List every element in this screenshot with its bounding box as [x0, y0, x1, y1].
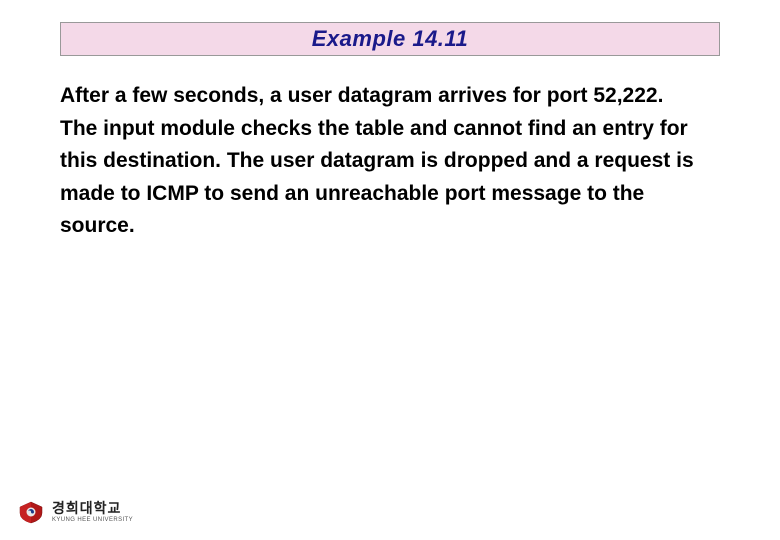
body-paragraph: After a few seconds, a user datagram arr…: [60, 80, 700, 243]
logo-english: KYUNG HEE UNIVERSITY: [52, 517, 133, 523]
logo-text-block: 경희대학교 KYUNG HEE UNIVERSITY: [52, 501, 133, 523]
title-bar: Example 14.11: [60, 22, 720, 56]
university-logo: 경희대학교 KYUNG HEE UNIVERSITY: [16, 500, 133, 524]
slide-title: Example 14.11: [312, 26, 469, 52]
crest-icon: [16, 500, 46, 524]
logo-korean: 경희대학교: [52, 501, 133, 515]
